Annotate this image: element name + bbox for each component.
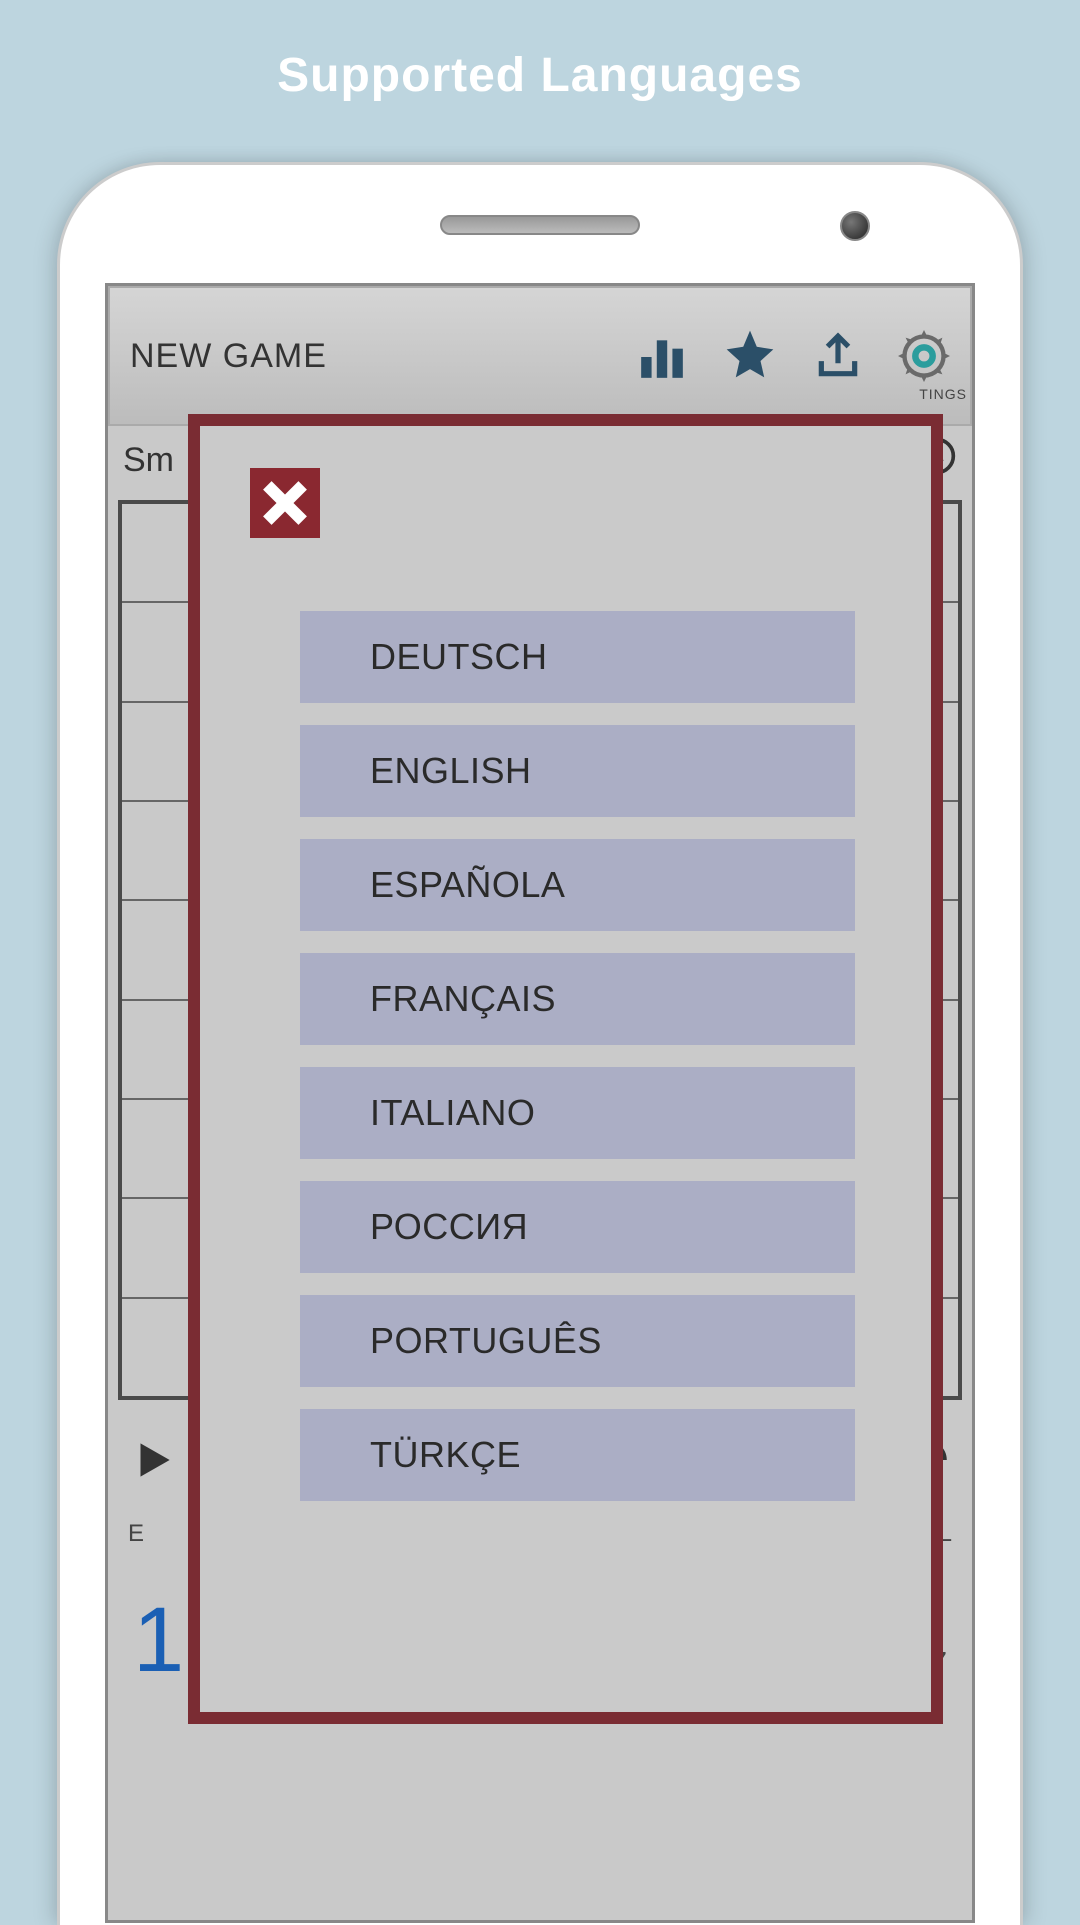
- language-modal: DEUTSCH ENGLISH ESPAÑOLA FRANÇAIS ITALIA…: [188, 414, 943, 1724]
- language-list: DEUTSCH ENGLISH ESPAÑOLA FRANÇAIS ITALIA…: [300, 611, 855, 1501]
- language-option-espanola[interactable]: ESPAÑOLA: [300, 839, 855, 931]
- language-option-turkce[interactable]: TÜRKÇE: [300, 1409, 855, 1501]
- phone-speaker: [440, 215, 640, 235]
- play-icon[interactable]: [128, 1435, 178, 1490]
- header-icons: [637, 326, 950, 387]
- language-option-francais[interactable]: FRANÇAIS: [300, 953, 855, 1045]
- close-button[interactable]: [250, 468, 320, 538]
- language-option-italiano[interactable]: ITALIANO: [300, 1067, 855, 1159]
- app-screen: NEW GAME TINGS Sm: [105, 283, 975, 1923]
- gear-icon[interactable]: [898, 330, 950, 387]
- language-option-russia[interactable]: РОССИЯ: [300, 1181, 855, 1273]
- page-title: Supported Languages: [0, 0, 1080, 103]
- close-icon: [260, 478, 310, 528]
- number-left[interactable]: 1: [133, 1588, 184, 1693]
- settings-label-partial: TINGS: [919, 386, 967, 402]
- language-option-english[interactable]: ENGLISH: [300, 725, 855, 817]
- phone-camera: [840, 211, 870, 241]
- language-option-portugues[interactable]: PORTUGUÊS: [300, 1295, 855, 1387]
- stats-icon[interactable]: [637, 332, 687, 387]
- language-option-deutsch[interactable]: DEUTSCH: [300, 611, 855, 703]
- new-game-button[interactable]: NEW GAME: [130, 337, 637, 376]
- phone-frame: NEW GAME TINGS Sm: [60, 165, 1020, 1925]
- share-icon[interactable]: [813, 332, 863, 387]
- subheader-left-partial: Sm: [123, 441, 174, 480]
- star-icon[interactable]: [722, 326, 778, 387]
- bottom-left-label-partial: E: [128, 1520, 144, 1548]
- app-header: NEW GAME TINGS: [108, 286, 972, 426]
